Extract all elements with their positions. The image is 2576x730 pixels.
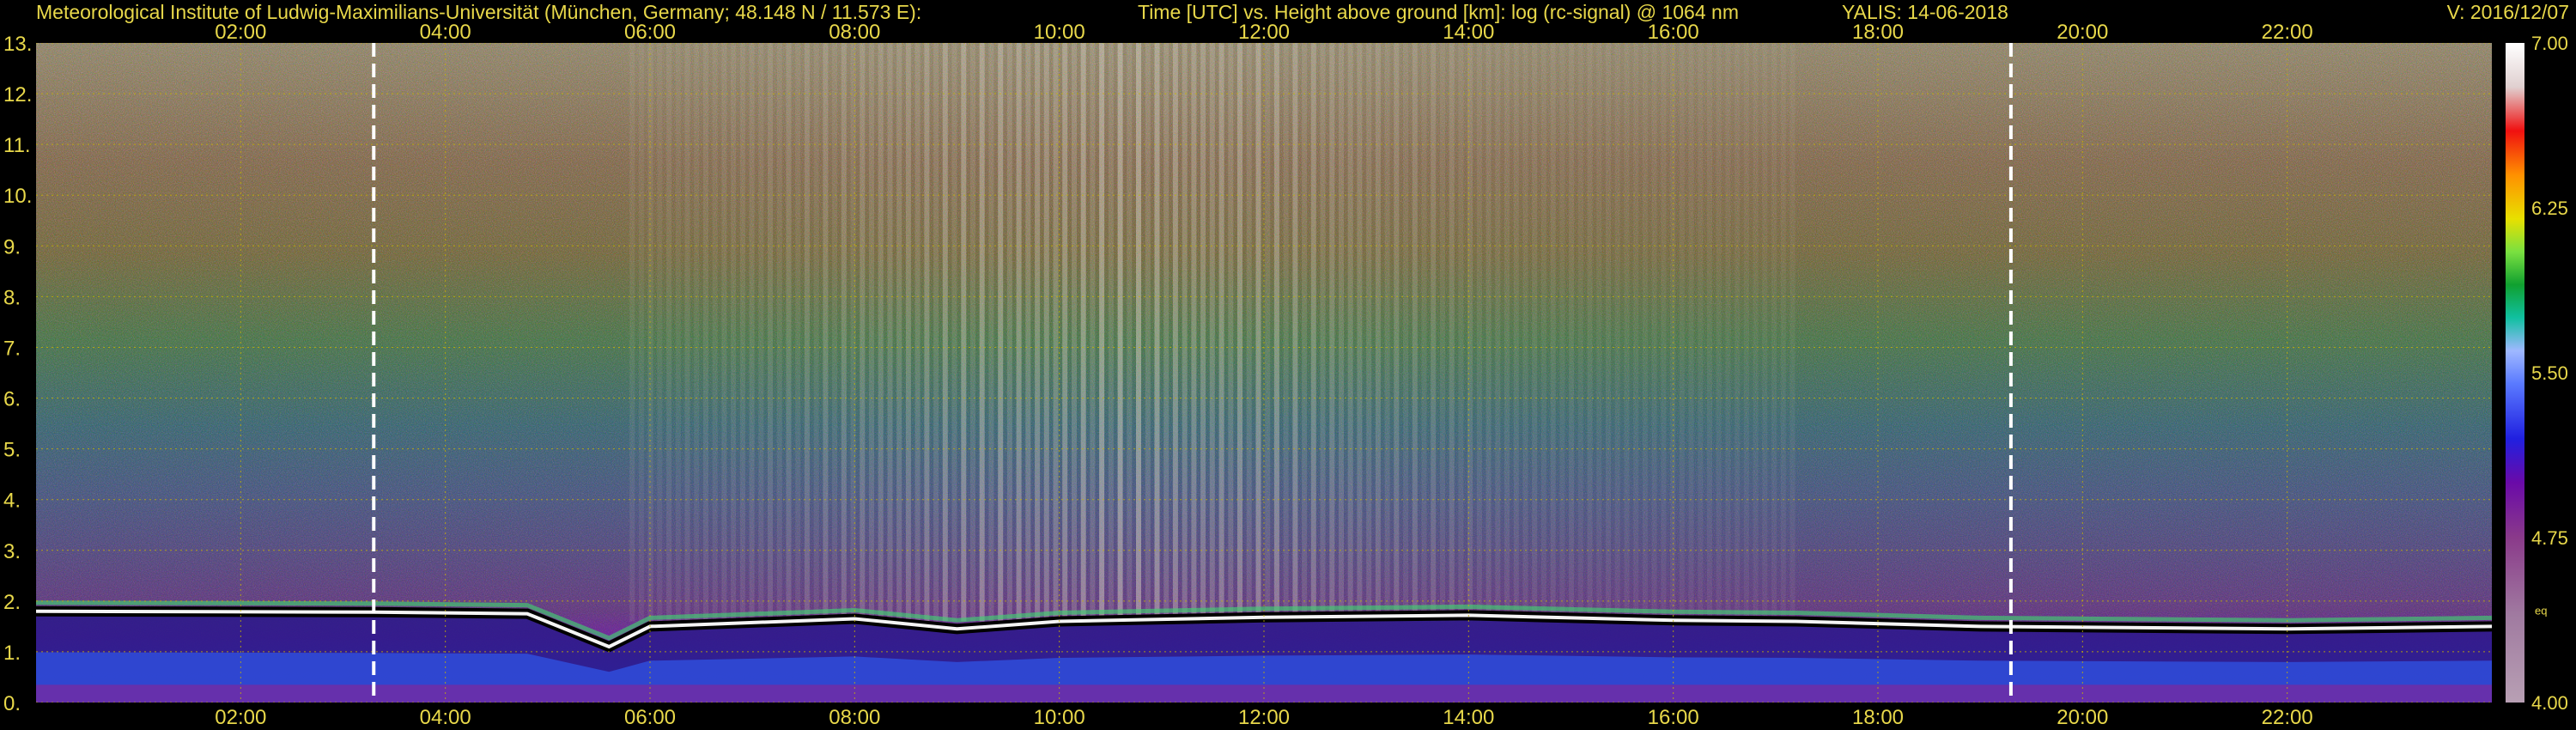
x-tick-label-top: 10:00 [1034,21,1085,44]
x-tick-label-bottom: 08:00 [829,706,880,729]
lidar-chart: 02:00 04:00 06:00 08:00 10:00 12:00 14:00 16:00… [0,0,2576,730]
plot-area [36,43,2492,703]
x-tick-label-bottom: 20:00 [2057,706,2108,729]
x-tick-label-bottom: 06:00 [624,706,676,729]
x-tick-label-bottom: 04:00 [420,706,471,729]
x-tick-label-top: 14:00 [1443,21,1494,44]
x-tick-label-top: 02:00 [215,21,266,44]
y-tick-label: 12. [3,83,32,106]
colorbar-note: eq [2535,605,2547,617]
x-tick-label-bottom: 18:00 [1852,706,1904,729]
x-tick-label-bottom: 02:00 [215,706,266,729]
plot-title: Time [UTC] vs. Height above ground [km]:… [1138,1,1739,23]
colorbar-tick-label: 7.00 [2531,33,2568,54]
colorbar-tick-label: 4.75 [2531,527,2568,549]
x-tick-label-top: 06:00 [624,21,676,44]
x-tick-label-top: 12:00 [1238,21,1290,44]
y-tick-label: 4. [3,490,21,513]
instrument-date: YALIS: 14-06-2018 [1842,1,2008,23]
x-tick-label-bottom: 22:00 [2262,706,2313,729]
y-tick-label: 3. [3,540,21,563]
y-tick-label: 10. [3,185,32,208]
y-tick-label: 5. [3,439,21,462]
colorbar-tick-label: 5.50 [2531,362,2568,384]
x-tick-label-bottom: 12:00 [1238,706,1290,729]
y-tick-label: 8. [3,286,21,309]
colorbar-tick-label: 6.25 [2531,198,2568,219]
x-tick-label-top: 08:00 [829,21,880,44]
x-tick-label-top: 20:00 [2057,21,2108,44]
y-tick-label: 9. [3,235,21,259]
x-tick-label-top: 18:00 [1852,21,1904,44]
colorbar-tick-label: 4.00 [2531,692,2568,714]
x-tick-label-bottom: 14:00 [1443,706,1494,729]
x-tick-label-bottom: 10:00 [1034,706,1085,729]
y-tick-label: 6. [3,388,21,411]
y-tick-label: 0. [3,692,21,715]
y-tick-label: 1. [3,642,21,665]
y-tick-label: 13. [3,33,32,56]
x-tick-label-top: 04:00 [420,21,471,44]
x-tick-label-top: 16:00 [1648,21,1699,44]
x-tick-label-top: 22:00 [2262,21,2313,44]
y-tick-label: 7. [3,337,21,360]
institute-label: Meteorological Institute of Ludwig-Maxim… [36,1,921,23]
y-tick-label: 11. [3,134,31,157]
y-tick-label: 2. [3,591,21,614]
colorbar-gradient [2506,43,2524,703]
version-label: V: 2016/12/07 [2447,1,2569,23]
x-tick-label-bottom: 16:00 [1648,706,1699,729]
